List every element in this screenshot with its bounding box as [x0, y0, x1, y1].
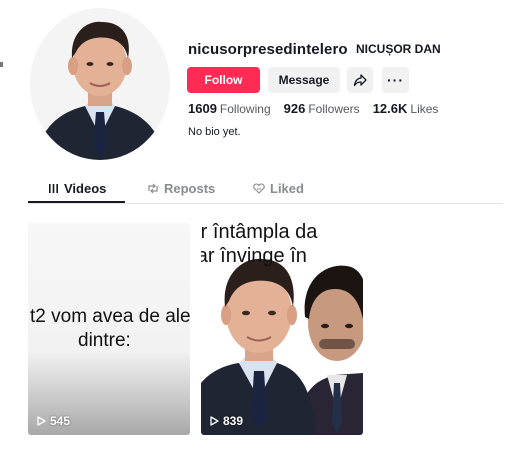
following-count: 1609: [188, 101, 217, 116]
share-icon: [353, 74, 367, 87]
tab-videos[interactable]: Videos: [48, 181, 106, 196]
view-count-value: 545: [50, 414, 71, 428]
following-stat[interactable]: 1609 Following: [188, 101, 271, 116]
tab-reposts-label: Reposts: [164, 181, 216, 196]
likes-count: 12.6K: [372, 101, 408, 116]
followers-stat[interactable]: 926 Followers: [284, 101, 360, 116]
grid-icon: [49, 184, 58, 193]
heart-outline-icon: [253, 183, 265, 194]
likes-stat: 12.6K Likes: [373, 101, 439, 116]
username: nicusorpresedintelero: [188, 41, 348, 58]
following-label: Following: [219, 102, 271, 116]
more-icon: ···: [387, 72, 404, 88]
avatar[interactable]: [30, 8, 170, 160]
display-name: NICUȘOR DAN: [356, 42, 441, 56]
video-card[interactable]: t2 vom avea de ale dintre: 545: [28, 223, 190, 435]
repost-icon: [148, 183, 158, 194]
follow-button[interactable]: Follow: [187, 67, 260, 93]
tab-reposts[interactable]: Reposts: [147, 181, 215, 196]
caption-line: on ar învinge în: [201, 245, 307, 267]
followers-label: Followers: [308, 102, 360, 116]
bio-text: No bio yet.: [188, 126, 241, 138]
caption-line: s ar întâmpla da: [201, 223, 318, 243]
caption-line: t2 vom avea de ale: [30, 306, 190, 327]
tabs-divider: [28, 203, 503, 204]
video-caption: s ar întâmpla da on ar învinge în: [201, 223, 317, 268]
video-card[interactable]: s ar întâmpla da on ar învinge în 839: [201, 223, 363, 435]
play-icon: [210, 416, 219, 426]
message-button[interactable]: Message: [268, 67, 340, 93]
followers-count: 926: [283, 101, 306, 116]
share-button[interactable]: [347, 67, 373, 93]
view-count: 839: [210, 414, 243, 428]
tab-liked-label: Liked: [270, 181, 304, 196]
play-icon: [37, 416, 46, 426]
caption-line: dintre:: [78, 330, 131, 351]
view-count: 545: [37, 414, 70, 428]
profile-stats: 1609 Following 926 Followers 12.6K Likes: [188, 101, 451, 116]
video-caption: t2 vom avea de ale dintre:: [30, 305, 190, 353]
page-edge-marker: [0, 62, 3, 67]
tab-videos-label: Videos: [64, 181, 107, 196]
tab-liked[interactable]: Liked: [253, 181, 304, 196]
view-count-value: 839: [223, 414, 244, 428]
active-tab-indicator: [28, 201, 125, 203]
likes-label: Likes: [410, 102, 439, 116]
more-options-button[interactable]: ···: [382, 67, 409, 93]
profile-photo: [30, 8, 170, 160]
